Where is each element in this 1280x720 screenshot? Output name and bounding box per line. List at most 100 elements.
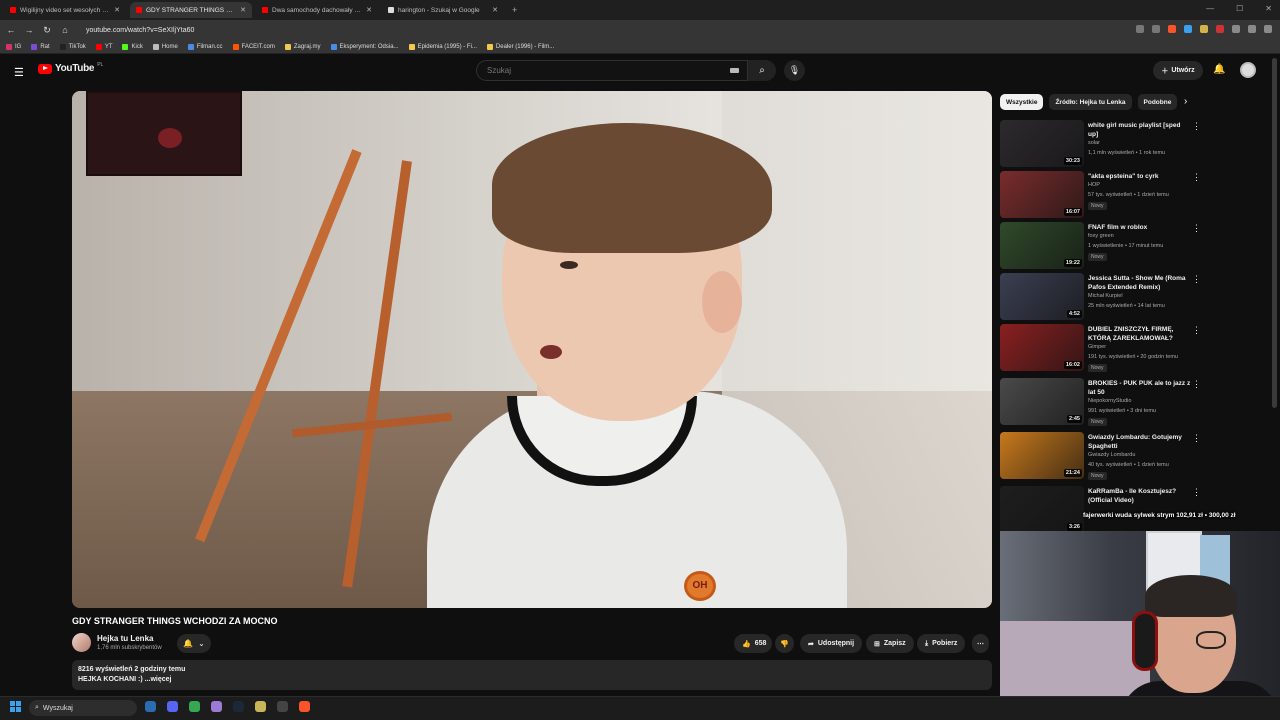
download-button[interactable]: ⤓ Pobierz xyxy=(917,634,966,653)
recommended-video-title[interactable]: Jessica Sutta - Show Me (Roma Pafos Exte… xyxy=(1088,274,1192,292)
video-thumbnail[interactable]: 16:07 xyxy=(1000,171,1084,218)
recommended-channel-name[interactable]: HOP xyxy=(1088,182,1100,188)
recommended-channel-name[interactable]: Gwiazdy Lombardu xyxy=(1088,452,1135,458)
browser-tab[interactable]: harington - Szukaj w Google ✕ xyxy=(382,2,504,18)
more-options-icon[interactable]: ⋮ xyxy=(1192,224,1201,233)
more-options-icon[interactable]: ⋮ xyxy=(1192,380,1201,389)
recommended-video-title[interactable]: Gwiazdy Lombardu: Gotujemy Spaghetti xyxy=(1088,433,1192,451)
brave-shield-icon[interactable] xyxy=(1168,25,1176,33)
new-tab-button[interactable]: + xyxy=(504,5,525,15)
chrome-icon[interactable] xyxy=(189,701,200,712)
leaf-icon[interactable] xyxy=(255,701,266,712)
extension-icon[interactable] xyxy=(1200,25,1208,33)
reload-icon[interactable]: ↻ xyxy=(40,25,54,36)
video-thumbnail[interactable]: 4:52 xyxy=(1000,273,1084,320)
video-player[interactable]: OH xyxy=(72,91,992,608)
recommended-video-title[interactable]: white girl music playlist [sped up] xyxy=(1088,121,1192,139)
video-thumbnail[interactable]: 3:26 xyxy=(1000,486,1084,533)
video-thumbnail[interactable]: 21:24 xyxy=(1000,432,1084,479)
more-options-icon[interactable]: ⋮ xyxy=(1192,173,1201,182)
save-button[interactable]: ⊞ Zapisz xyxy=(866,634,914,653)
browser-tab[interactable]: Dwa samochody dachowały po niesu ✕ xyxy=(256,2,378,18)
bookmark-item[interactable]: Zagraj.my xyxy=(284,43,321,50)
keyboard-icon[interactable] xyxy=(730,68,739,73)
channel-name[interactable]: Hejka tu Lenka xyxy=(97,634,153,643)
recommended-channel-name[interactable]: solar xyxy=(1088,140,1100,146)
feather-icon[interactable] xyxy=(211,701,222,712)
more-icon[interactable] xyxy=(1264,25,1272,33)
search-input[interactable]: Szukaj xyxy=(476,60,748,81)
maximize-icon[interactable]: ☐ xyxy=(1236,4,1243,13)
bookmark-item[interactable]: Dealer (1996) - Film... xyxy=(486,43,554,50)
recommended-video[interactable]: 19:22 FNAF film w roblox foxy green 1 wyświ… xyxy=(1000,222,1201,270)
bookmark-item[interactable]: Filman.cc xyxy=(187,43,223,50)
recommended-video[interactable]: 16:07 "akta epsteina" to cyrk HOP 57 tys. w… xyxy=(1000,171,1201,219)
recommended-video[interactable]: 30:23 white girl music playlist [sped up]… xyxy=(1000,120,1201,168)
recommended-video-title[interactable]: FNAF film w roblox xyxy=(1088,223,1192,232)
recommended-channel-name[interactable]: NiepokornyStudio xyxy=(1088,398,1131,404)
more-options-icon[interactable]: ⋮ xyxy=(1192,326,1201,335)
browser-tab[interactable]: GDY STRANGER THINGS WCHODZI ZA MOCNO ✕ xyxy=(130,2,252,18)
channel-avatar[interactable] xyxy=(72,633,91,652)
puzzle-icon[interactable] xyxy=(1232,25,1240,33)
extension-icon[interactable] xyxy=(1184,25,1192,33)
brave-icon[interactable] xyxy=(299,701,310,712)
bookmark-item[interactable]: TikTok xyxy=(59,43,86,50)
taskbar-search[interactable]: ⌕ Wyszukaj xyxy=(29,700,137,716)
close-tab-icon[interactable]: ✕ xyxy=(366,6,372,14)
minimize-icon[interactable]: — xyxy=(1206,4,1214,13)
page-scrollbar[interactable] xyxy=(1272,58,1277,408)
notifications-bell-icon[interactable]: 🔔 xyxy=(1213,64,1225,75)
obs-icon[interactable] xyxy=(277,701,288,712)
home-icon[interactable]: ⌂ xyxy=(58,25,72,35)
browser-tab[interactable]: Wigilijny video set wesołych świąt ko ✕ xyxy=(4,2,126,18)
bookmark-item[interactable]: Eksperyment: Odsia... xyxy=(330,43,399,50)
like-button[interactable]: 👍 658 xyxy=(734,634,773,653)
bookmark-item[interactable]: Home xyxy=(152,43,178,50)
video-thumbnail[interactable]: 2:45 xyxy=(1000,378,1084,425)
filter-chip[interactable]: Wszystkie xyxy=(1000,94,1044,110)
recommended-channel-name[interactable]: foxy green xyxy=(1088,233,1114,239)
video-thumbnail[interactable]: 30:23 xyxy=(1000,120,1084,167)
share-button[interactable]: ➦ Udostępnij xyxy=(800,634,863,653)
search-button[interactable]: ⌕ xyxy=(748,60,776,81)
recommended-video-title[interactable]: DUBIEL ZNISZCZYŁ FIRMĘ, KTÓRĄ ZAREKLAMOW… xyxy=(1088,325,1192,343)
bookmark-item[interactable]: Epidemia (1995) - Fi... xyxy=(408,43,477,50)
close-tab-icon[interactable]: ✕ xyxy=(114,6,120,14)
recommended-video-title[interactable]: "akta epsteina" to cyrk xyxy=(1088,172,1192,181)
dislike-button[interactable]: 👎 xyxy=(775,634,794,653)
youtube-logo[interactable]: YouTube PL xyxy=(38,62,103,74)
chevron-right-icon[interactable]: › xyxy=(1184,96,1187,107)
forward-icon[interactable]: → xyxy=(22,25,36,35)
close-window-icon[interactable]: ✕ xyxy=(1265,4,1272,13)
recommended-video[interactable]: 4:52 Jessica Sutta - Show Me (Roma Pafos … xyxy=(1000,273,1201,321)
recommended-video[interactable]: 2:45 BROKIES - PUK PUK ale to jazz z lat … xyxy=(1000,378,1201,426)
more-actions-button[interactable]: ⋯ xyxy=(972,634,989,653)
bookmark-item[interactable]: YT xyxy=(95,43,112,50)
recommended-video-title[interactable]: BROKIES - PUK PUK ale to jazz z lat 50 xyxy=(1088,379,1192,397)
recommended-video[interactable]: 3:26 KaRRamBa - Ile Kosztujesz? (Official… xyxy=(1000,486,1201,534)
more-options-icon[interactable]: ⋮ xyxy=(1192,488,1201,497)
share-icon[interactable] xyxy=(1152,25,1160,33)
cast-icon[interactable] xyxy=(1136,25,1144,33)
bookmark-item[interactable]: Kick xyxy=(122,43,143,50)
windows-start-icon[interactable] xyxy=(10,701,22,713)
filter-chip[interactable]: Podobne xyxy=(1137,94,1178,110)
discord-icon[interactable] xyxy=(167,701,178,712)
url-field[interactable]: youtube.com/watch?v=SeXIljYta60 xyxy=(86,27,194,34)
extension-icon[interactable] xyxy=(1216,25,1224,33)
back-icon[interactable]: ← xyxy=(4,25,18,35)
more-options-icon[interactable]: ⋮ xyxy=(1192,275,1201,284)
close-tab-icon[interactable]: ✕ xyxy=(492,6,498,14)
avatar[interactable] xyxy=(1240,62,1256,78)
filter-chip[interactable]: Źródło: Hejka tu Lenka xyxy=(1049,94,1132,110)
subscription-bell-button[interactable]: 🔔 ⌄ xyxy=(177,634,211,653)
explorer-icon[interactable] xyxy=(145,701,156,712)
recommended-video[interactable]: 21:24 Gwiazdy Lombardu: Gotujemy Spaghett… xyxy=(1000,432,1201,480)
bookmark-item[interactable]: Rat xyxy=(31,43,50,50)
recommended-channel-name[interactable]: Gimper xyxy=(1088,344,1106,350)
create-button[interactable]: ＋ Utwórz xyxy=(1153,61,1203,80)
download-icon[interactable] xyxy=(1248,25,1256,33)
bookmark-item[interactable]: FACEIT.com xyxy=(232,43,275,50)
more-options-icon[interactable]: ⋮ xyxy=(1192,434,1201,443)
